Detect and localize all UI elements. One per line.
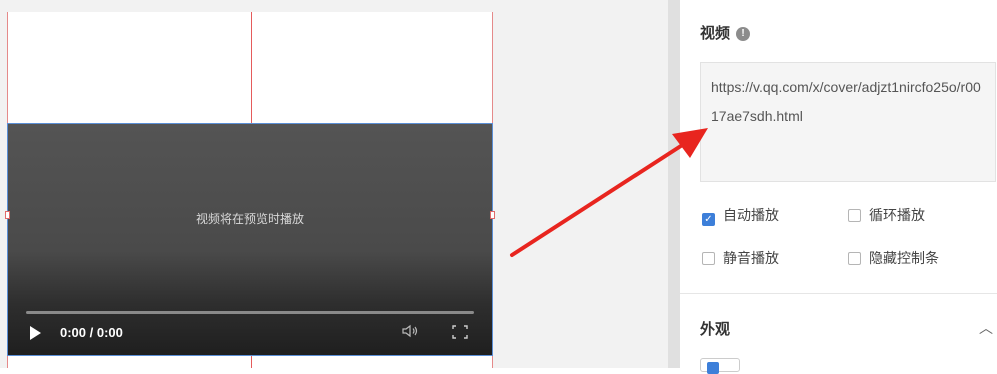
annotation-arrow <box>510 128 708 257</box>
arrow-head <box>672 128 708 158</box>
arrow-shaft <box>510 140 689 257</box>
